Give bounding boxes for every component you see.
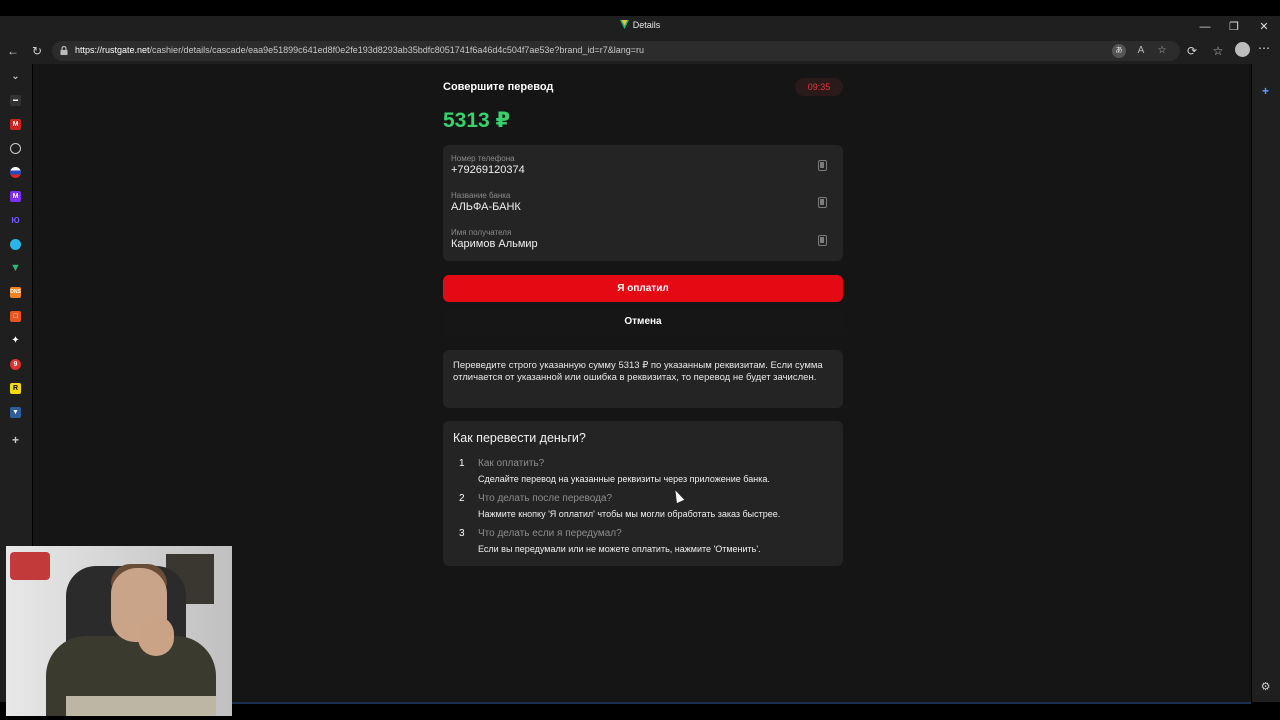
sidebar-app-icon[interactable]: Ю [10, 215, 21, 226]
window-title: Details [0, 20, 1280, 30]
window-titlebar: Details — ❐ ✕ [0, 16, 1280, 38]
more-menu-icon[interactable]: ⋯ [1258, 41, 1270, 55]
step-question[interactable]: Что делать если я передумал? [478, 528, 622, 539]
copy-icon[interactable] [818, 235, 827, 246]
sidebar-app-icon[interactable] [10, 239, 21, 250]
step-answer: Нажмите кнопку 'Я оплатил' чтобы мы могл… [478, 509, 781, 519]
collapse-chevron-icon[interactable]: ⌄ [10, 71, 21, 82]
page-title: Совершите перевод [443, 81, 554, 93]
sidebar-app-icon[interactable]: 9 [10, 359, 21, 370]
detail-label: Название банка [451, 191, 511, 200]
detail-phone: Номер телефона +79269120374 [451, 154, 525, 176]
extensions-icon[interactable]: ⟳ [1183, 42, 1201, 60]
settings-gear-icon[interactable]: ⚙ [1260, 682, 1271, 693]
howto-card: Как перевести деньги? 1 Как оплатить? Сд… [443, 421, 843, 566]
detail-value: +79269120374 [451, 164, 525, 176]
favorite-star-icon[interactable]: ☆ [1155, 44, 1169, 58]
site-favicon-icon [619, 20, 629, 29]
screen-top-edge [0, 0, 1280, 16]
copy-icon[interactable] [818, 160, 827, 171]
step-number: 1 [459, 458, 465, 469]
i-paid-button[interactable]: Я оплатил [443, 275, 843, 302]
sidebar-app-icon[interactable]: □ [10, 311, 21, 322]
sidebar-app-icon[interactable]: M [10, 191, 21, 202]
countdown-timer: 09:35 [795, 78, 843, 96]
sidebar-mail-icon[interactable]: M [10, 119, 21, 130]
step-number: 3 [459, 528, 465, 539]
payment-amount: 5313 ₽ [443, 109, 511, 132]
sidebar-app-icon[interactable]: ▼ [10, 263, 21, 274]
step-question[interactable]: Что делать после перевода? [478, 493, 612, 504]
cancel-button[interactable]: Отмена [443, 308, 843, 335]
step-answer: Если вы передумали или не можете оплатит… [478, 544, 761, 554]
sidebar-add-icon[interactable]: + [10, 434, 21, 446]
step-question[interactable]: Как оплатить? [478, 458, 544, 469]
address-bar[interactable]: https://rustgate.net/cashier/details/cas… [52, 41, 1180, 61]
sidebar-flag-icon[interactable] [10, 167, 21, 178]
translate-icon[interactable]: あ [1112, 44, 1126, 58]
webcam-overlay [6, 546, 232, 716]
detail-label: Номер телефона [451, 154, 515, 163]
sidebar-globe-icon[interactable] [10, 143, 21, 154]
copy-icon[interactable] [818, 197, 827, 208]
detail-value: АЛЬФА-БАНК [451, 201, 521, 213]
maximize-button[interactable]: ❐ [1219, 18, 1249, 36]
step-answer: Сделайте перевод на указанные реквизиты … [478, 474, 770, 484]
transfer-notice: Переведите строго указанную сумму 5313 ₽… [443, 350, 843, 408]
favorites-icon[interactable]: ☆ [1209, 42, 1227, 60]
lock-icon [60, 46, 68, 55]
back-arrow-icon[interactable]: ← [4, 42, 22, 60]
sidebar-active-app-icon[interactable]: ▼ [10, 407, 21, 418]
sidebar-app-icon[interactable]: R [10, 383, 21, 394]
profile-avatar[interactable] [1235, 42, 1250, 57]
browser-right-sidebar: + ⚙ [1252, 64, 1280, 704]
sidebar-app-icon[interactable]: ▬ [10, 95, 21, 106]
url-text: https://rustgate.net/cashier/details/cas… [75, 45, 644, 55]
sidebar-sparkle-icon[interactable]: ✦ [10, 335, 21, 346]
read-aloud-icon[interactable]: A [1134, 44, 1148, 58]
close-window-button[interactable]: ✕ [1249, 18, 1279, 36]
add-icon[interactable]: + [1260, 85, 1271, 97]
howto-title: Как перевести деньги? [453, 431, 586, 445]
detail-bank: Название банка АЛЬФА-БАНК [451, 191, 521, 213]
browser-toolbar: ← ↻ https://rustgate.net/cashier/details… [0, 38, 1280, 64]
sidebar-app-icon[interactable]: DNS [10, 287, 21, 298]
detail-label: Имя получателя [451, 228, 512, 237]
detail-value: Каримов Альмир [451, 238, 538, 250]
refresh-icon[interactable]: ↻ [28, 42, 46, 60]
step-number: 2 [459, 493, 465, 504]
minimize-button[interactable]: — [1190, 18, 1220, 36]
payment-details-card: Номер телефона +79269120374 Название бан… [443, 145, 843, 261]
detail-recipient: Имя получателя Каримов Альмир [451, 228, 538, 250]
